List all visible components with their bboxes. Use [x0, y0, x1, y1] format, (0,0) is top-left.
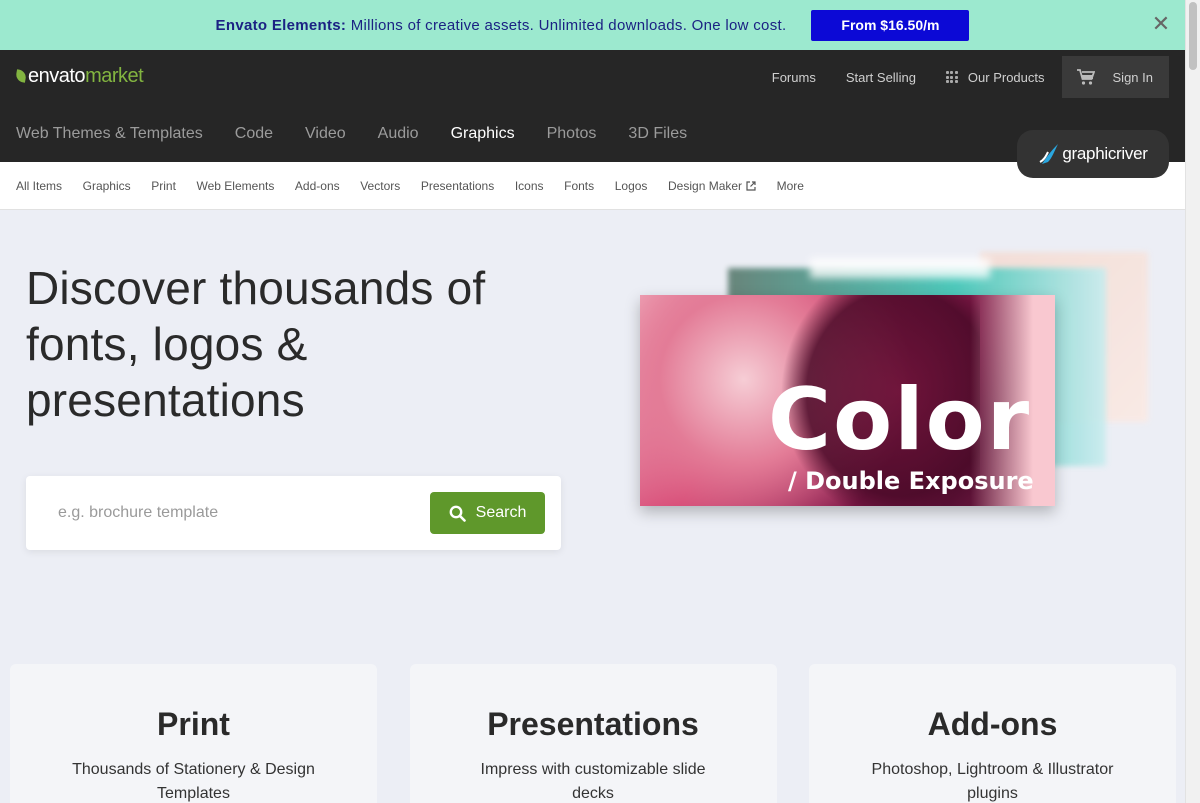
site-header: envato market Forums Start Selling Our Pr… — [0, 50, 1185, 178]
subnav-web-elements[interactable]: Web Elements — [197, 179, 275, 193]
graphicriver-badge[interactable]: graphicriver — [1017, 130, 1169, 178]
featured-image-title: Color — [768, 370, 1032, 470]
subnav-design-maker[interactable]: Design Maker — [668, 179, 756, 193]
subnav-presentations[interactable]: Presentations — [421, 179, 494, 193]
subnav-more[interactable]: More — [777, 179, 804, 193]
search-box: Search — [26, 476, 561, 550]
card-print[interactable]: Print Thousands of Stationery & Design T… — [10, 664, 377, 803]
tab-graphics[interactable]: Graphics — [450, 125, 515, 169]
grid-icon — [945, 71, 958, 83]
search-button-label: Search — [475, 504, 527, 521]
sign-in-link[interactable]: Sign In — [1113, 70, 1153, 85]
tab-video[interactable]: Video — [305, 125, 346, 143]
subnav-fonts[interactable]: Fonts — [564, 179, 594, 193]
external-link-icon — [746, 180, 756, 191]
card-description: Impress with customizable slide decks — [480, 761, 706, 802]
graphicriver-label: graphicriver — [1062, 144, 1148, 163]
background-thumbnail — [810, 258, 990, 278]
card-description: Photoshop, Lightroom & Illustrator plugi… — [871, 761, 1114, 802]
leaf-icon — [15, 69, 27, 83]
graphicriver-icon — [1039, 144, 1059, 164]
banner-text: Envato Elements: Millions of creative as… — [216, 17, 787, 34]
subnav-logos[interactable]: Logos — [615, 179, 648, 193]
design-maker-label: Design Maker — [668, 178, 743, 193]
cart-signin-area: Sign In — [1061, 56, 1169, 98]
subnav-add-ons[interactable]: Add-ons — [295, 179, 340, 193]
card-presentations[interactable]: Presentations Impress with customizable … — [409, 664, 777, 803]
close-icon[interactable]: ✕ — [1151, 13, 1171, 35]
banner-brand: Envato Elements: — [215, 16, 347, 34]
cart-icon[interactable] — [1076, 69, 1095, 85]
logo-market-text: market — [85, 64, 144, 87]
search-button[interactable]: Search — [430, 492, 545, 534]
our-products-link[interactable]: Our Products — [931, 56, 1060, 98]
search-input[interactable] — [58, 500, 418, 526]
our-products-label: Our Products — [967, 69, 1045, 85]
subnav-vectors[interactable]: Vectors — [360, 179, 400, 193]
card-description: Thousands of Stationery & Design Templat… — [72, 761, 315, 802]
top-nav: Forums Start Selling Our Products Sign I… — [757, 56, 1169, 98]
envato-market-logo[interactable]: envato market — [15, 64, 144, 87]
card-title: Presentations — [487, 706, 699, 742]
tab-audio[interactable]: Audio — [378, 125, 419, 143]
card-title: Print — [157, 706, 230, 742]
subnav-print[interactable]: Print — [151, 179, 176, 193]
forums-link[interactable]: Forums — [757, 56, 831, 98]
featured-image-subtitle: / Double Exposure — [788, 467, 1034, 495]
card-title: Add-ons — [927, 706, 1058, 742]
subnav-graphics[interactable]: Graphics — [83, 179, 131, 193]
category-nav: Web Themes & Templates Code Video Audio … — [16, 125, 719, 169]
tab-3d-files[interactable]: 3D Files — [628, 125, 687, 143]
banner-message: Millions of creative assets. Unlimited d… — [350, 16, 787, 34]
card-add-ons[interactable]: Add-ons Photoshop, Lightroom & Illustrat… — [809, 664, 1176, 803]
tab-web-themes[interactable]: Web Themes & Templates — [16, 125, 203, 143]
category-cards: Print Thousands of Stationery & Design T… — [10, 664, 1176, 803]
promo-banner: Envato Elements: Millions of creative as… — [0, 0, 1185, 50]
page-scrollbar[interactable] — [1185, 0, 1200, 803]
subnav-all-items[interactable]: All Items — [16, 179, 62, 193]
hero-title: Discover thousands of fonts, logos & pre… — [26, 262, 486, 426]
tab-graphics-label: Graphics — [450, 125, 515, 142]
sub-nav: All Items Graphics Print Web Elements Ad… — [0, 162, 1185, 210]
subnav-icons[interactable]: Icons — [515, 179, 544, 193]
logo-envato-text: envato — [28, 64, 86, 87]
start-selling-link[interactable]: Start Selling — [831, 56, 931, 98]
tab-code[interactable]: Code — [235, 125, 273, 143]
banner-cta-button[interactable]: From $16.50/m — [811, 9, 970, 41]
hero-image-collage: Color / Double Exposure — [620, 240, 1160, 530]
search-icon — [449, 505, 466, 522]
tab-photos[interactable]: Photos — [547, 125, 597, 143]
featured-item-image[interactable]: Color / Double Exposure — [640, 295, 1055, 506]
scrollbar-thumb[interactable] — [1189, 2, 1197, 70]
